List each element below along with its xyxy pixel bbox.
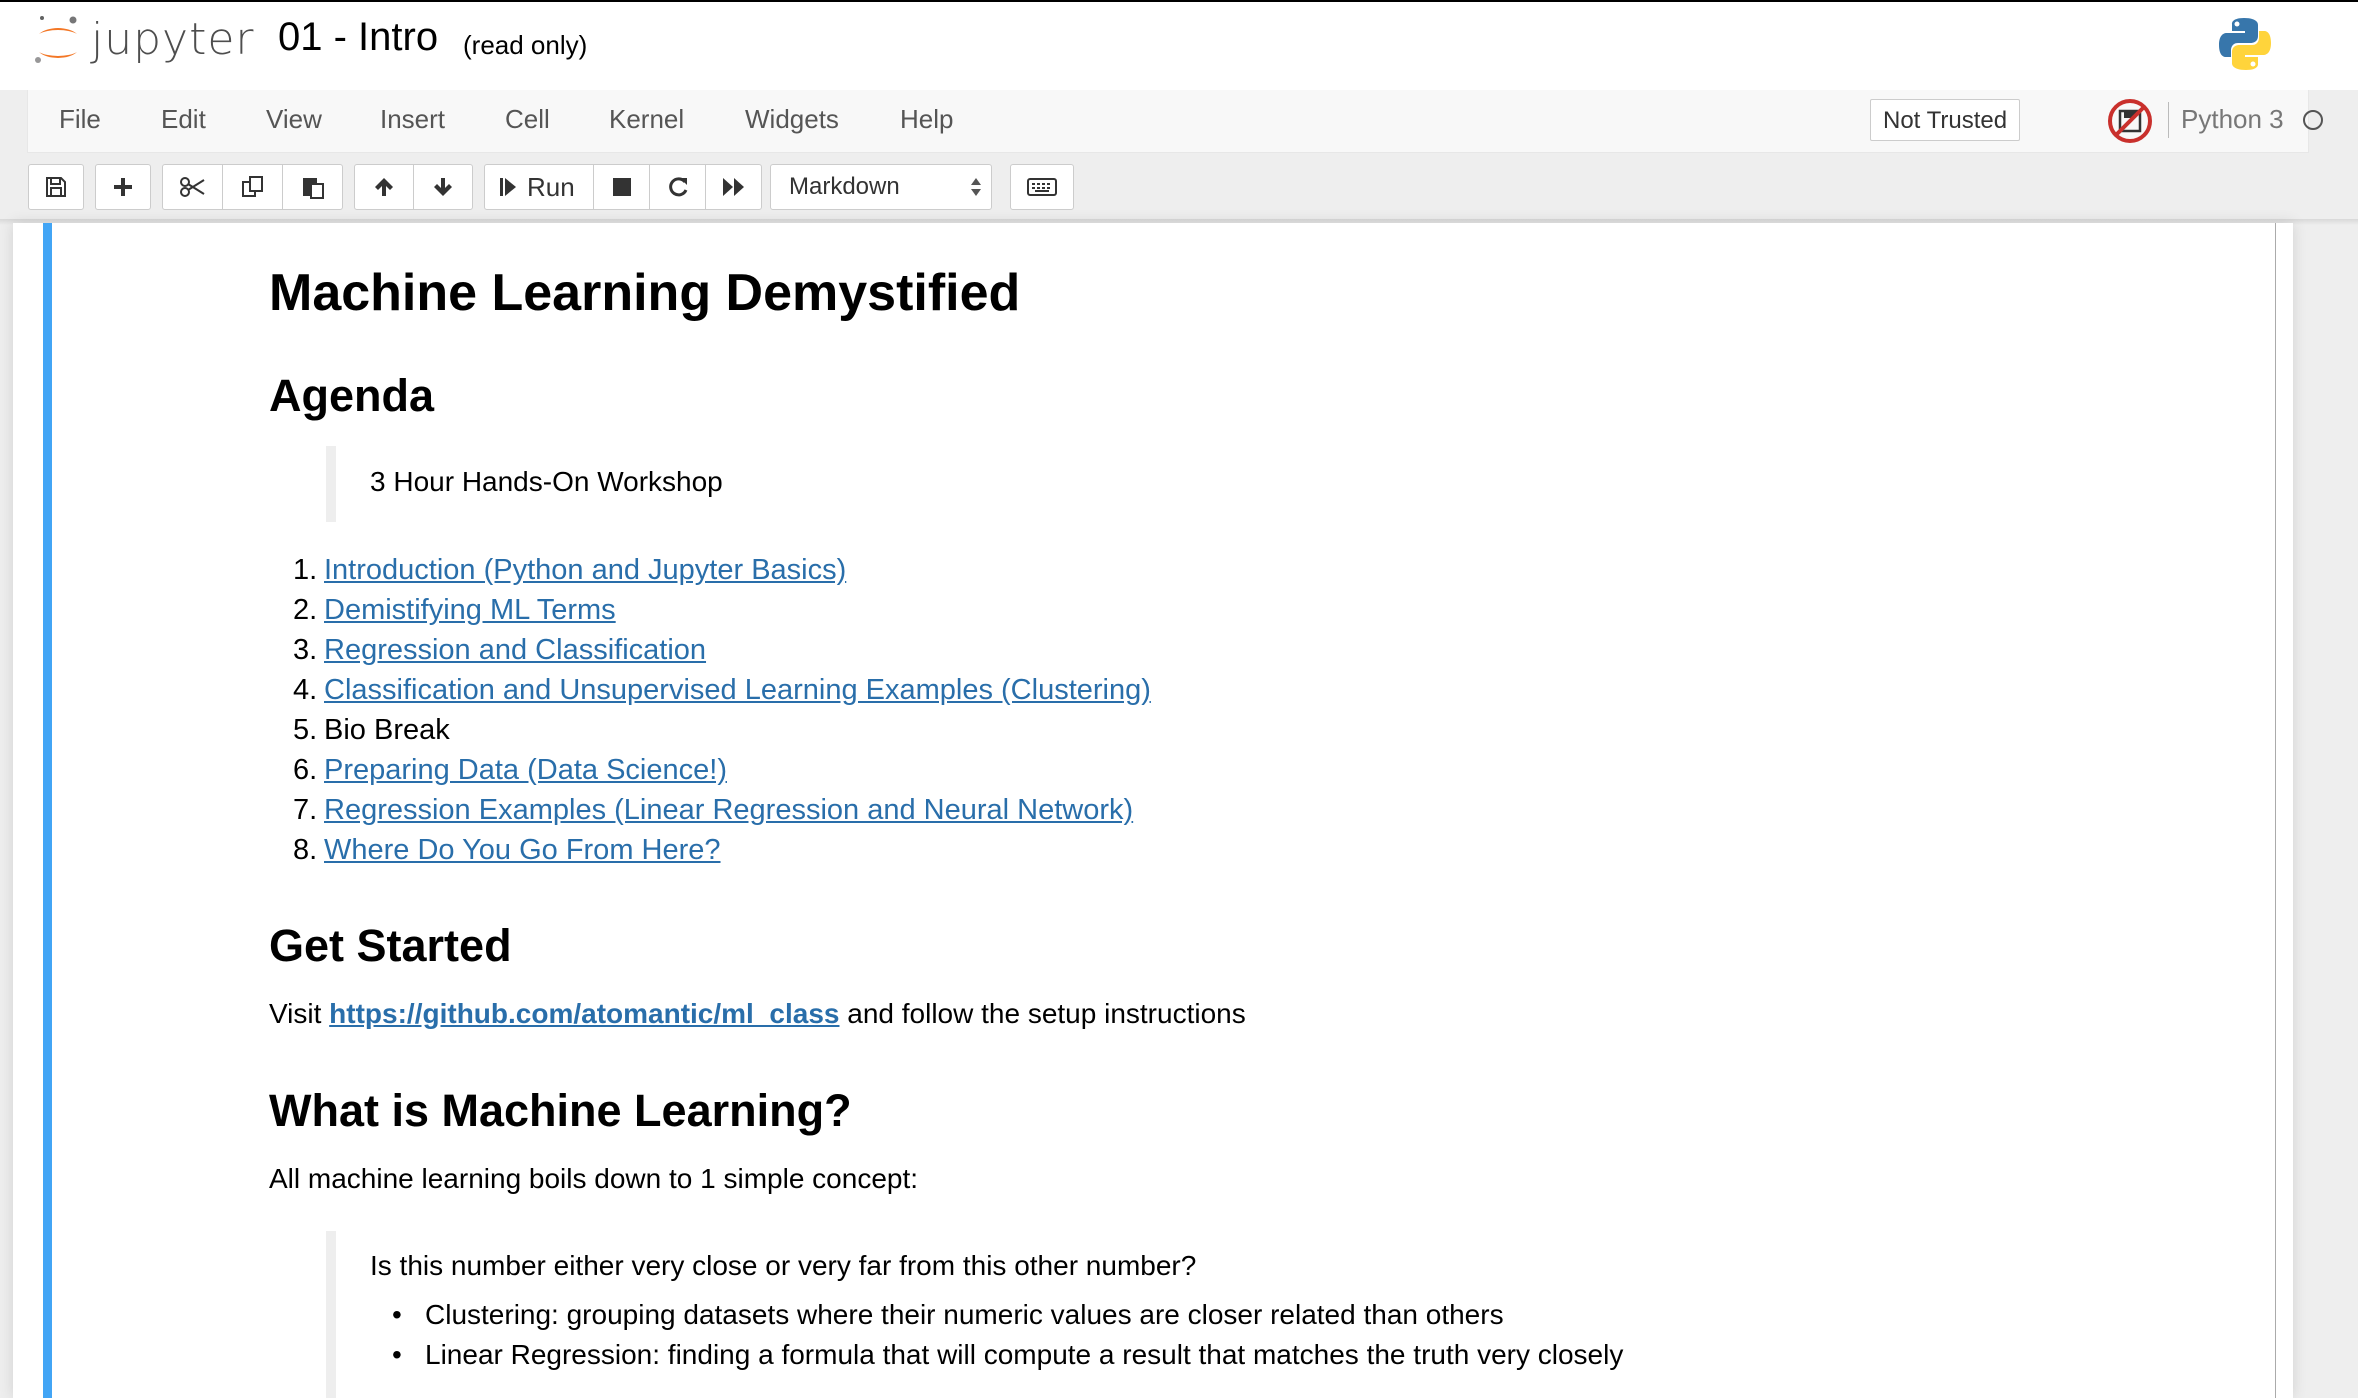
- paste-icon: [302, 178, 324, 199]
- select-arrows-icon: [971, 178, 981, 196]
- agenda-item-link[interactable]: Demistifying ML Terms: [324, 590, 616, 630]
- header: jupyter 01 - Intro (read only): [0, 0, 2358, 90]
- restart-run-all-button[interactable]: [705, 164, 762, 210]
- menu-help[interactable]: Help: [900, 104, 953, 135]
- read-only-badge: (read only): [463, 30, 588, 60]
- not-trusted-button[interactable]: Not Trusted: [1870, 99, 2021, 141]
- concept-bullet-list: Clustering: grouping datasets where thei…: [370, 1295, 1623, 1375]
- agenda-item-link[interactable]: Introduction (Python and Jupyter Basics): [324, 550, 846, 590]
- blockquote-bar: [326, 1231, 336, 1398]
- agenda-item-number: 7.: [293, 794, 318, 826]
- get-started-heading: Get Started: [269, 920, 512, 971]
- notebook-title[interactable]: 01 - Intro: [278, 15, 438, 60]
- move-group: [354, 164, 473, 210]
- get-started-prefix: Visit: [269, 998, 322, 1029]
- agenda-item-link[interactable]: Preparing Data (Data Science!): [324, 750, 727, 790]
- get-started-suffix: and follow the setup instructions: [847, 998, 1246, 1029]
- agenda-item-link[interactable]: Regression Examples (Linear Regression a…: [324, 790, 1133, 830]
- run-label: Run: [527, 171, 575, 202]
- agenda-quote: 3 Hour Hands-On Workshop: [370, 466, 723, 497]
- menu-edit[interactable]: Edit: [161, 104, 206, 135]
- arrow-up-icon: [375, 178, 393, 196]
- github-link[interactable]: https://github.com/atomantic/ml_class: [329, 998, 839, 1029]
- python-logo-icon: [2219, 18, 2271, 70]
- menu-widgets[interactable]: Widgets: [745, 104, 839, 135]
- blockquote-bar: [326, 446, 336, 522]
- notebook-heading: Machine Learning Demystified: [269, 264, 1021, 322]
- menubar: File Edit View Insert Cell Kernel Widget…: [27, 90, 2323, 153]
- agenda-item-link[interactable]: Regression and Classification: [324, 630, 706, 670]
- menu-insert[interactable]: Insert: [380, 104, 445, 135]
- agenda-item-text: Bio Break: [324, 714, 450, 746]
- jupyter-ring-icon: [35, 16, 77, 63]
- paste-button[interactable]: [282, 164, 343, 210]
- copy-icon: [241, 176, 263, 197]
- concept-bullet: Linear Regression: finding a formula tha…: [370, 1335, 1623, 1375]
- step-forward-icon: [500, 178, 516, 196]
- notebook-container: Machine Learning Demystified Agenda 3 Ho…: [13, 223, 2293, 1398]
- what-is-ml-heading: What is Machine Learning?: [269, 1085, 852, 1136]
- keyboard-group: [1010, 164, 1074, 210]
- selected-cell-indicator: [43, 223, 52, 1398]
- menu-view[interactable]: View: [266, 104, 322, 135]
- plus-icon: [114, 178, 132, 196]
- move-up-button[interactable]: [354, 164, 414, 210]
- agenda-heading: Agenda: [269, 370, 435, 421]
- save-button[interactable]: [28, 164, 84, 210]
- run-button[interactable]: Run: [484, 164, 594, 210]
- logo-text: jupyter: [91, 14, 255, 65]
- menu-file[interactable]: File: [59, 104, 101, 135]
- concept-bullet: Clustering: grouping datasets where thei…: [370, 1295, 1623, 1335]
- readonly-notebook-icon[interactable]: [2106, 97, 2154, 145]
- restart-icon: [668, 177, 687, 197]
- what-is-ml-paragraph: All machine learning boils down to 1 sim…: [269, 1163, 919, 1194]
- insert-cell-below-button[interactable]: [95, 164, 151, 210]
- restart-kernel-button[interactable]: [649, 164, 706, 210]
- insert-group: [95, 164, 151, 210]
- interrupt-kernel-button[interactable]: [593, 164, 650, 210]
- agenda-item-number: 8.: [293, 834, 318, 866]
- concept-quote: Is this number either very close or very…: [370, 1250, 1197, 1281]
- stop-icon: [612, 178, 631, 196]
- keyboard-icon: [1027, 178, 1057, 196]
- scissors-icon: [179, 177, 205, 197]
- cell-type-select[interactable]: Markdown: [770, 164, 992, 210]
- agenda-item-number: 2.: [293, 594, 318, 626]
- floppy-disk-icon: [46, 177, 66, 197]
- get-started-paragraph: Visit https://github.com/atomantic/ml_cl…: [269, 998, 1246, 1030]
- run-group: Run: [484, 164, 762, 210]
- save-group: [28, 164, 84, 210]
- command-palette-button[interactable]: [1010, 164, 1074, 210]
- agenda-item-link[interactable]: Classification and Unsupervised Learning…: [324, 670, 1151, 710]
- menu-cell[interactable]: Cell: [505, 104, 550, 135]
- toolbar: Run Markdown: [0, 153, 2358, 223]
- jupyter-logo[interactable]: jupyter: [33, 14, 255, 74]
- agenda-item-number: 6.: [293, 754, 318, 786]
- cut-button[interactable]: [162, 164, 223, 210]
- kernel-separator: [2168, 102, 2169, 138]
- menu-kernel[interactable]: Kernel: [609, 104, 684, 135]
- agenda-item-number: 1.: [293, 554, 318, 586]
- kernel-idle-indicator-icon: [2303, 110, 2323, 130]
- agenda-item-link[interactable]: Where Do You Go From Here?: [324, 830, 721, 870]
- arrow-down-icon: [434, 178, 452, 196]
- agenda-item-number: 4.: [293, 674, 318, 706]
- clipboard-group: [162, 164, 343, 210]
- fast-forward-icon: [722, 178, 744, 196]
- copy-button[interactable]: [222, 164, 283, 210]
- agenda-item-number: 5.: [293, 714, 318, 746]
- kernel-name[interactable]: Python 3: [2181, 104, 2284, 135]
- cell-type-value: Markdown: [789, 173, 900, 200]
- agenda-item-number: 3.: [293, 634, 318, 666]
- move-down-button[interactable]: [413, 164, 473, 210]
